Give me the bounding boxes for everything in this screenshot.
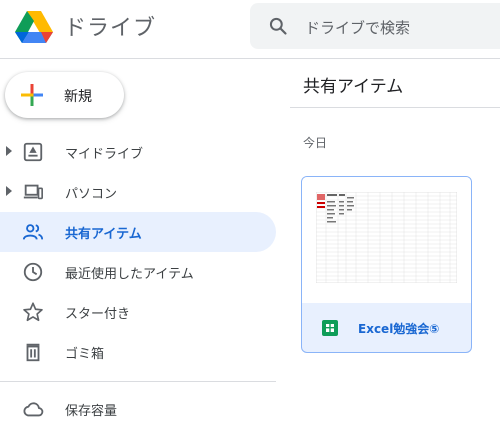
- sidebar-item-label: マイドライブ: [65, 147, 144, 162]
- file-thumbnail: [302, 177, 471, 303]
- star-icon: [23, 302, 43, 322]
- new-button[interactable]: 新規: [5, 72, 124, 118]
- sidebar-item-storage[interactable]: 保存容量: [0, 389, 276, 429]
- search-icon[interactable]: [268, 16, 288, 36]
- spreadsheet-thumbnail-icon: [316, 192, 457, 283]
- google-drive-logo-icon[interactable]: [14, 9, 54, 45]
- sidebar-item-label: 最近使用したアイテム: [65, 267, 194, 282]
- top-bar: ドライブ ドライブで検索: [0, 0, 500, 59]
- sidebar-item-computers[interactable]: パソコン: [0, 172, 276, 212]
- expand-arrow-icon[interactable]: [6, 186, 12, 196]
- sidebar-item-label: 保存容量: [65, 404, 118, 419]
- sidebar-item-recent[interactable]: 最近使用したアイテム: [0, 252, 276, 292]
- cloud-icon: [23, 402, 44, 417]
- file-card[interactable]: Excel勉強会⑤: [301, 176, 472, 353]
- file-card-footer: Excel勉強会⑤: [302, 303, 471, 352]
- sidebar-item-my-drive[interactable]: マイドライブ: [0, 132, 276, 172]
- sidebar-item-label: 共有アイテム: [65, 227, 142, 242]
- file-name[interactable]: Excel勉強会⑤: [358, 320, 439, 337]
- computers-icon: [23, 184, 43, 200]
- search-bar[interactable]: ドライブで検索: [250, 3, 500, 49]
- sidebar-divider: [0, 381, 276, 382]
- sidebar-item-label: スター付き: [65, 307, 131, 322]
- google-sheets-icon: [322, 320, 338, 336]
- sidebar-item-label: パソコン: [65, 187, 118, 202]
- sidebar-item-label: ゴミ箱: [65, 347, 105, 362]
- clock-icon: [23, 262, 43, 282]
- main-divider: [290, 107, 500, 108]
- sidebar-item-shared[interactable]: 共有アイテム: [0, 212, 276, 252]
- expand-arrow-icon[interactable]: [6, 146, 12, 156]
- sidebar-item-starred[interactable]: スター付き: [0, 292, 276, 332]
- sidebar-item-trash[interactable]: ゴミ箱: [0, 332, 276, 372]
- section-header-today: 今日: [303, 136, 328, 150]
- people-icon: [22, 224, 44, 240]
- plus-icon: [21, 84, 43, 106]
- search-input[interactable]: ドライブで検索: [305, 17, 410, 38]
- app-title: ドライブ: [64, 16, 157, 41]
- my-drive-icon: [23, 142, 43, 162]
- new-button-label: 新規: [64, 89, 92, 105]
- page-title: 共有アイテム: [303, 77, 404, 97]
- trash-icon: [26, 343, 40, 362]
